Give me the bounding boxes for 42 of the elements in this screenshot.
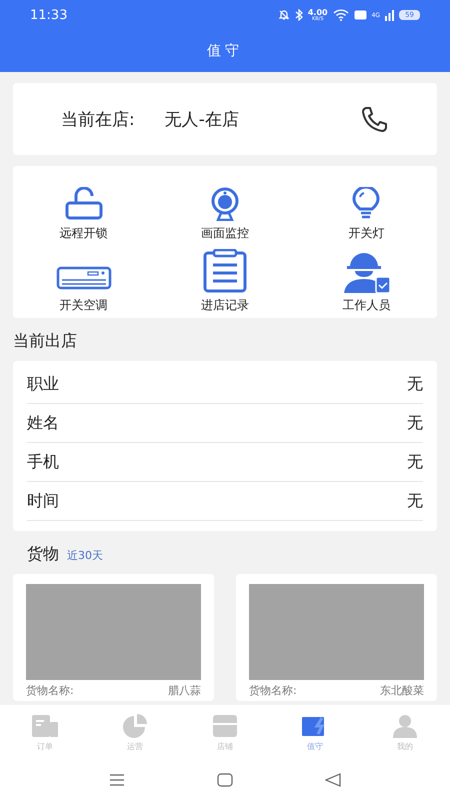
goods-card[interactable]: 货物名称: 东北酸菜 [236,574,437,701]
home-icon[interactable] [217,773,233,787]
bell-off-icon [278,9,290,21]
field-value: 无 [407,452,423,472]
header-title: 值守 [207,42,243,60]
phone-icon[interactable] [361,106,389,132]
wifi-icon [332,9,349,21]
signal-icon [385,10,394,20]
tab[interactable]: 值守 [285,712,345,752]
goods-name-label: 货物名称: [26,683,74,698]
pie-chart-icon [120,714,150,738]
goods-name-label: 货物名称: [249,683,297,698]
date-range-label: 近30天 [67,548,103,563]
section-title: 货物 [27,544,59,565]
bluetooth-icon [294,9,303,21]
action-button[interactable]: 进店记录 [154,242,296,314]
user-icon [390,714,420,738]
field-value: 无 [407,490,423,512]
goods-name: 腊八蒜 [168,683,201,698]
menu-icon[interactable] [109,774,125,786]
section-title: 当前出店 [13,331,78,352]
action-button[interactable]: 远程开锁 [13,170,154,242]
action-button[interactable]: 画面监控 [154,170,296,242]
field-label: 时间 [27,490,59,512]
back-icon[interactable] [325,773,341,787]
document-icon [30,714,60,738]
presence-label: 当前在店: [61,108,135,130]
field-value: 无 [407,374,423,394]
unlock-icon [64,187,104,221]
action-button[interactable]: 工作人员 [296,242,437,314]
clipboard-icon [200,249,249,293]
field-value: 无 [407,412,423,434]
presence-value: 无人-在店 [164,108,239,130]
field-label: 姓名 [27,412,59,434]
goods-card[interactable]: 货物名称: 腊八蒜 [13,574,214,701]
field-label: 职业 [27,374,59,394]
action-button[interactable]: 开关灯 [296,170,437,242]
storefront-icon [210,714,240,738]
action-button[interactable]: 开关空调 [13,242,154,314]
status-time: 11:33 [30,8,68,22]
field-label: 手机 [27,452,59,472]
goods-name: 东北酸菜 [380,683,424,698]
